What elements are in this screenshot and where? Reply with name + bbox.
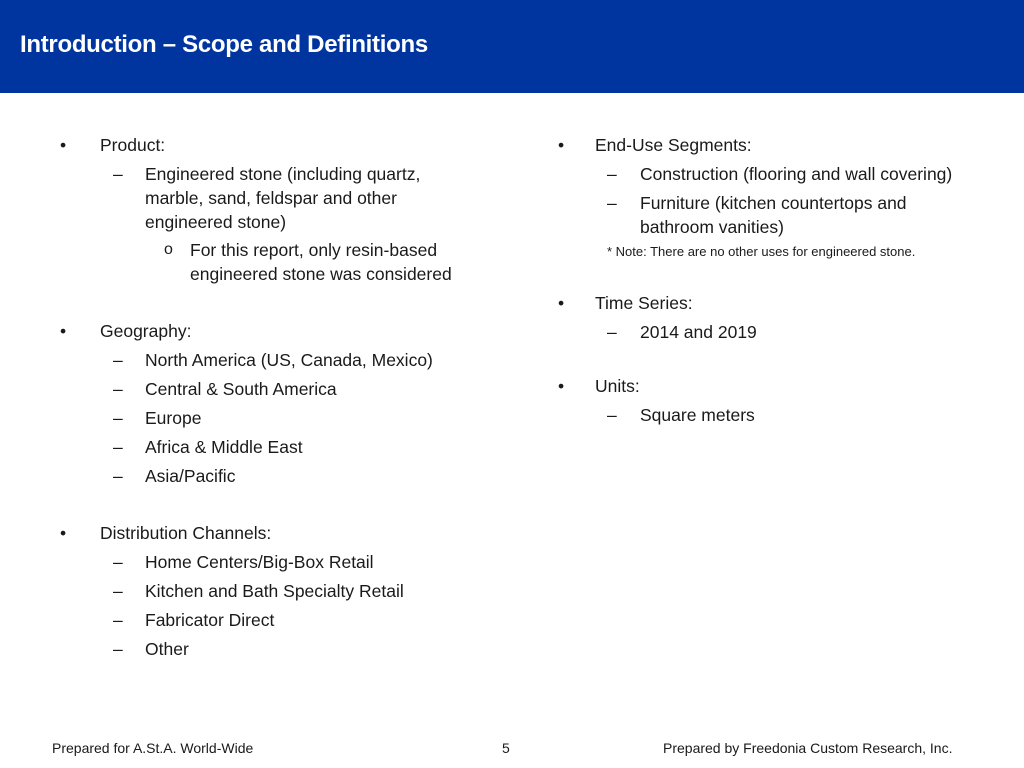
section-distribution: • Distribution Channels: [0,521,520,545]
section-label: Geography: [100,321,192,341]
circle-bullet-icon: o [164,241,173,258]
section-geography: • Geography: [0,319,520,343]
bullet-icon: • [60,523,67,543]
dash-icon: – [113,379,123,399]
list-item: – Other [113,639,189,659]
footer-prepared-by: Prepared by Freedonia Custom Research, I… [663,740,953,756]
list-subitem: o For this report, only resin-based engi… [164,240,452,284]
list-item: – Europe [113,408,202,428]
section-product: • Product: [0,133,520,157]
slide-title: Introduction – Scope and Definitions [20,31,428,58]
dash-icon: – [607,322,617,342]
list-item: – Central & South America [113,379,337,399]
dash-icon: – [113,610,123,630]
dash-icon: – [113,164,123,184]
dash-icon: – [113,466,123,486]
section-units: • Units: [520,374,1024,398]
section-end-use: • End-Use Segments: [520,133,1024,157]
bullet-icon: • [558,376,565,396]
section-label: Time Series: [595,293,693,313]
list-item: – Construction (flooring and wall coverin… [607,164,953,184]
list-item: – Asia/Pacific [113,466,236,486]
footnote: * Note: There are no other uses for engi… [607,244,916,259]
bullet-icon: • [558,293,565,313]
page-number: 5 [502,740,510,756]
section-label: Product: [100,135,166,155]
dash-icon: – [607,405,617,425]
list-item: – North America (US, Canada, Mexico) [113,350,433,370]
dash-icon: – [607,164,617,184]
slide-header: Introduction – Scope and Definitions [0,0,1024,93]
dash-icon: – [607,193,617,213]
right-column: • End-Use Segments: – Construction (floor… [520,133,1024,427]
section-time-series: • Time Series: [520,291,1024,315]
section-label: Units: [595,376,640,396]
list-item: – Kitchen and Bath Specialty Retail [113,581,404,601]
bullet-icon: • [60,135,67,155]
list-item: – Engineered stone (including quartz, ma… [113,164,421,232]
dash-icon: – [113,437,123,457]
list-item: – Africa & Middle East [113,437,303,457]
list-item: – Home Centers/Big-Box Retail [113,552,374,572]
dash-icon: – [113,552,123,572]
dash-icon: – [113,581,123,601]
list-item: – Furniture (kitchen countertops and bath… [607,193,907,237]
bullet-icon: • [60,321,67,341]
section-label: End-Use Segments: [595,135,752,155]
dash-icon: – [113,350,123,370]
left-column: • Product: – Engineered stone (including… [0,133,520,661]
section-label: Distribution Channels: [100,523,272,543]
bullet-icon: • [558,135,565,155]
dash-icon: – [113,639,123,659]
list-item: – Square meters [607,405,755,425]
footer-prepared-for: Prepared for A.St.A. World-Wide [52,740,254,756]
dash-icon: – [113,408,123,428]
list-item: –2014 and 2019 [607,322,757,342]
list-item: – Fabricator Direct [113,610,275,630]
